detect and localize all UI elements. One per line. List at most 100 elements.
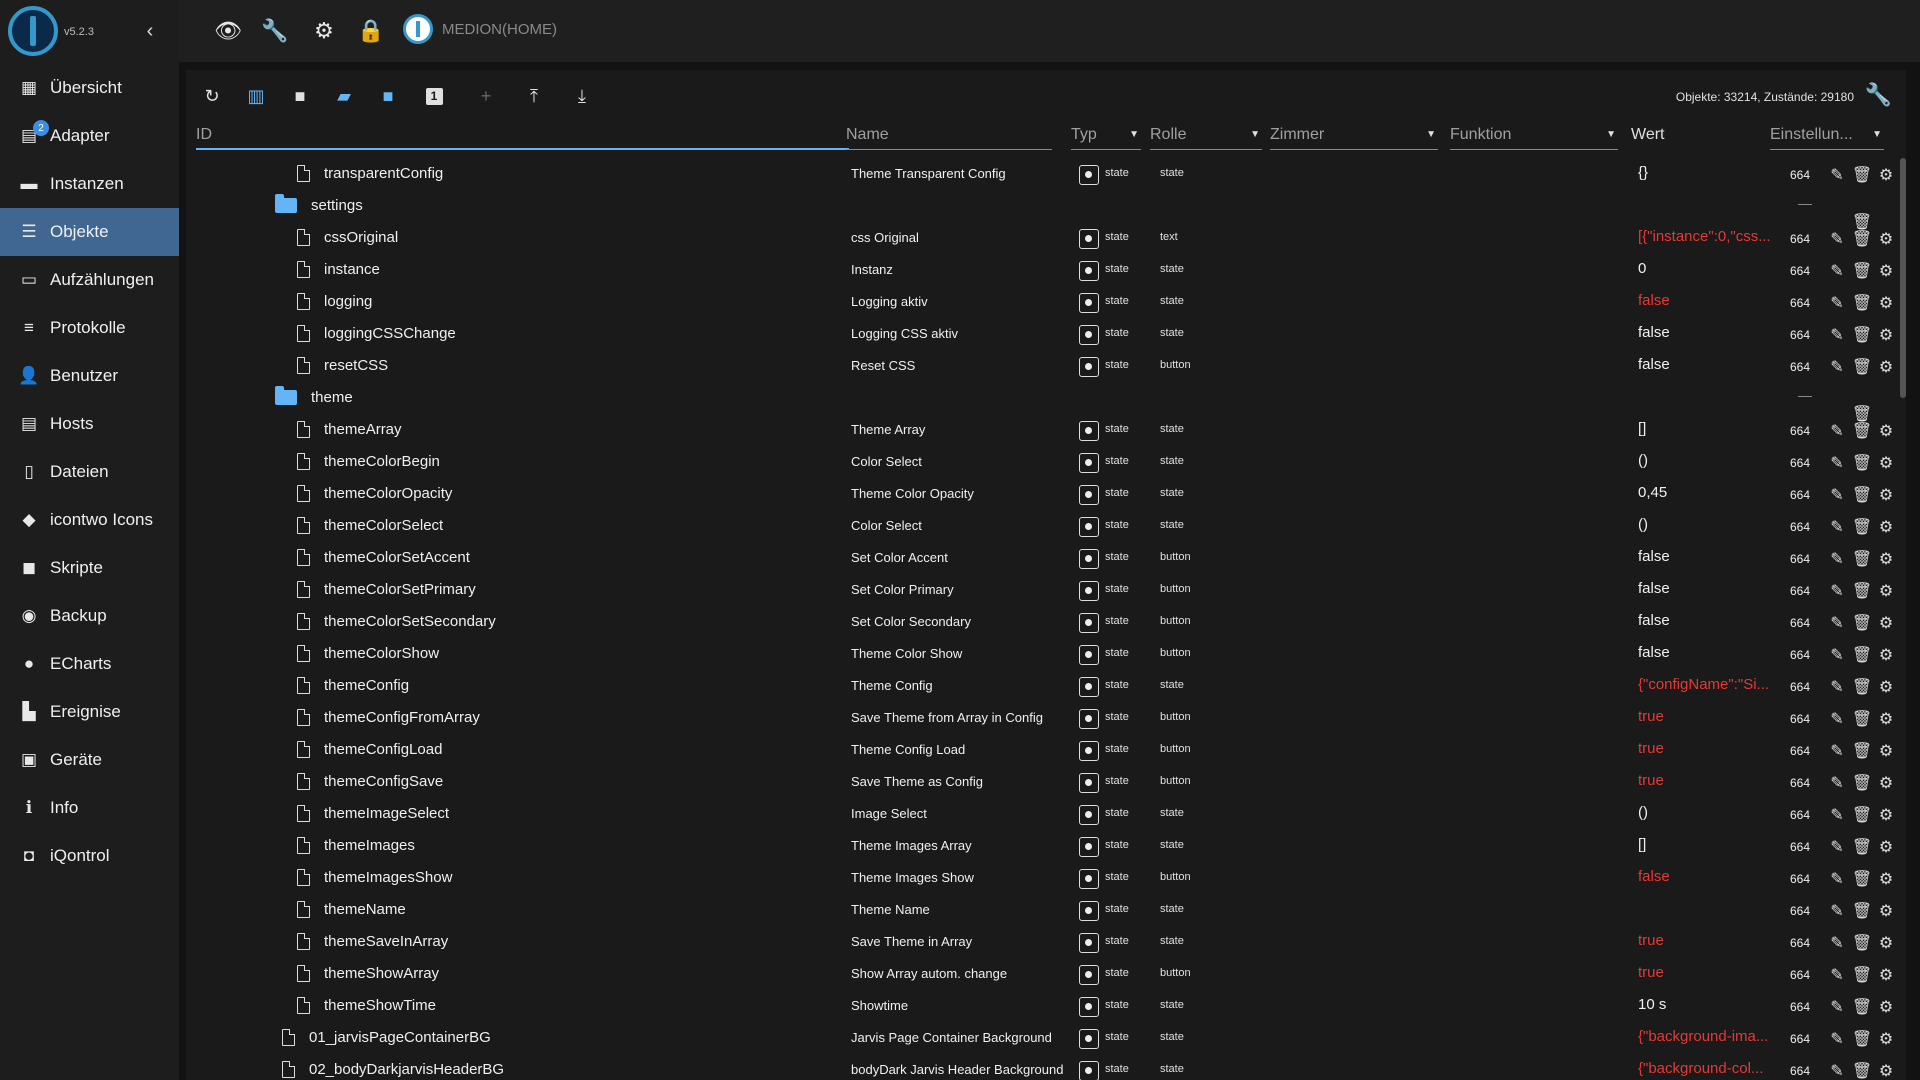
delete-icon[interactable]: 🗑 xyxy=(1852,581,1872,601)
table-row[interactable]: themeShowArray Show Array autom. change st… xyxy=(186,958,1906,990)
delete-icon[interactable]: 🗑 xyxy=(1852,709,1872,729)
acl-value[interactable]: 664 xyxy=(1790,456,1810,470)
object-id[interactable]: themeColorShow xyxy=(297,645,439,662)
edit-icon[interactable]: ✎ xyxy=(1827,421,1847,441)
sidebar-item-events[interactable]: ▙ Ereignise xyxy=(0,688,179,736)
table-row[interactable]: resetCSS Reset CSS state button false 664 ✎ 🗑 ⚙ xyxy=(186,350,1906,382)
edit-icon[interactable]: ✎ xyxy=(1827,741,1847,761)
delete-icon[interactable]: 🗑 xyxy=(1852,453,1872,473)
object-id[interactable]: themeConfigFromArray xyxy=(297,709,480,726)
edit-icon[interactable]: ✎ xyxy=(1827,837,1847,857)
eye-icon[interactable]: 👁 xyxy=(213,16,243,46)
edit-icon[interactable]: ✎ xyxy=(1827,165,1847,185)
delete-icon[interactable]: 🗑 xyxy=(1852,805,1872,825)
delete-icon[interactable]: 🗑 xyxy=(1852,773,1872,793)
table-row[interactable]: themeColorSetSecondary Set Color Secondar… xyxy=(186,606,1906,638)
object-value[interactable]: false xyxy=(1638,644,1670,661)
edit-icon[interactable]: ✎ xyxy=(1827,965,1847,985)
delete-icon[interactable]: 🗑 xyxy=(1852,485,1872,505)
refresh-icon[interactable]: ↻ xyxy=(200,84,224,108)
object-id[interactable]: themeSaveInArray xyxy=(297,933,448,950)
edit-icon[interactable]: ✎ xyxy=(1827,1029,1847,1049)
table-row[interactable]: themeColorBegin Color Select state state () 6… xyxy=(186,446,1906,478)
gear-icon[interactable]: ⚙ xyxy=(1876,581,1896,601)
column-value[interactable]: Wert xyxy=(1631,124,1731,150)
object-id[interactable]: themeImages xyxy=(297,837,415,854)
acl-value[interactable]: 664 xyxy=(1790,232,1810,246)
object-value[interactable]: {"configName":"Si... xyxy=(1638,676,1769,693)
object-id[interactable]: themeColorSetPrimary xyxy=(297,581,476,598)
acl-value[interactable]: 664 xyxy=(1790,1064,1810,1078)
sidebar-item-devices[interactable]: ▣ Geräte xyxy=(0,736,179,784)
table-row[interactable]: 02_bodyDarkjarvisHeaderBG bodyDark Jarvis… xyxy=(186,1054,1906,1080)
acl-value[interactable]: 664 xyxy=(1790,680,1810,694)
edit-icon[interactable]: ✎ xyxy=(1827,613,1847,633)
acl-value[interactable]: 664 xyxy=(1790,1000,1810,1014)
edit-icon[interactable]: ✎ xyxy=(1827,677,1847,697)
acl-value[interactable]: 664 xyxy=(1790,872,1810,886)
edit-icon[interactable]: ✎ xyxy=(1827,805,1847,825)
key-icon[interactable]: 🔒 xyxy=(356,16,386,46)
table-row[interactable]: transparentConfig Theme Transparent Confi… xyxy=(186,158,1906,190)
download-icon[interactable]: ⤓ xyxy=(570,84,594,108)
object-value[interactable]: {} xyxy=(1638,164,1648,181)
columns-icon[interactable]: ▥ xyxy=(244,84,268,108)
object-id[interactable]: themeColorBegin xyxy=(297,453,440,470)
object-id[interactable]: cssOriginal xyxy=(297,229,398,246)
object-value[interactable]: {"background-col... xyxy=(1638,1060,1763,1077)
edit-icon[interactable]: ✎ xyxy=(1827,357,1847,377)
edit-icon[interactable]: ✎ xyxy=(1827,869,1847,889)
table-row[interactable]: themeImagesShow Theme Images Show state but… xyxy=(186,862,1906,894)
table-row[interactable]: loggingCSSChange Logging CSS aktiv state st… xyxy=(186,318,1906,350)
column-function[interactable]: Funktion ▼ xyxy=(1450,124,1618,150)
table-row[interactable]: cssOriginal css Original state text [{"insta… xyxy=(186,222,1906,254)
object-id[interactable]: themeConfigSave xyxy=(297,773,443,790)
delete-icon[interactable]: 🗑 xyxy=(1852,549,1872,569)
delete-icon[interactable]: 🗑 xyxy=(1852,517,1872,537)
acl-value[interactable]: 664 xyxy=(1790,840,1810,854)
folder-row[interactable]: theme 🗑 xyxy=(186,382,1906,423)
gear-icon[interactable]: ⚙ xyxy=(1876,1061,1896,1080)
table-row[interactable]: themeConfigLoad Theme Config Load state but… xyxy=(186,734,1906,766)
sidebar-item-list[interactable]: ☰ Objekte xyxy=(0,208,179,256)
object-id[interactable]: themeName xyxy=(297,901,406,918)
gear-icon[interactable]: ⚙ xyxy=(1876,293,1896,313)
gear-icon[interactable]: ⚙ xyxy=(1876,997,1896,1017)
table-row[interactable]: 01_jarvisPageContainerBG Jarvis Page Cont… xyxy=(186,1022,1906,1054)
sidebar-item-instances[interactable]: ▬ Instanzen xyxy=(0,160,179,208)
acl-value[interactable]: 664 xyxy=(1790,712,1810,726)
object-value[interactable]: [] xyxy=(1638,420,1646,437)
acl-value[interactable]: 664 xyxy=(1790,520,1810,534)
object-value[interactable]: [{"instance":0,"css... xyxy=(1638,228,1771,245)
table-row[interactable]: themeColorSetAccent Set Color Accent state… xyxy=(186,542,1906,574)
column-role[interactable]: Rolle ▼ xyxy=(1150,124,1262,150)
acl-value[interactable]: 664 xyxy=(1790,968,1810,982)
delete-icon[interactable]: 🗑 xyxy=(1852,325,1872,345)
gear-icon[interactable]: ⚙ xyxy=(1876,901,1896,921)
object-id[interactable]: themeConfigLoad xyxy=(297,741,442,758)
folder-blue-icon[interactable]: ■ xyxy=(376,84,400,108)
object-id[interactable]: transparentConfig xyxy=(297,165,443,182)
column-type[interactable]: Typ ▼ xyxy=(1071,124,1141,150)
acl-value[interactable]: 664 xyxy=(1790,424,1810,438)
object-id[interactable]: themeImageSelect xyxy=(297,805,449,822)
object-id[interactable]: instance xyxy=(297,261,380,278)
object-id[interactable]: themeColorSetSecondary xyxy=(297,613,496,630)
acl-value[interactable]: 664 xyxy=(1790,904,1810,918)
acl-value[interactable]: 664 xyxy=(1790,488,1810,502)
collapse-sidebar-icon[interactable]: ‹ xyxy=(138,20,162,43)
number-one-icon[interactable]: 1 xyxy=(422,84,446,108)
object-id[interactable]: settings xyxy=(275,194,363,214)
acl-value[interactable]: 664 xyxy=(1790,328,1810,342)
edit-icon[interactable]: ✎ xyxy=(1827,933,1847,953)
gear-icon[interactable]: ⚙ xyxy=(1876,933,1896,953)
object-value[interactable]: true xyxy=(1638,740,1664,757)
gear-icon[interactable]: ⚙ xyxy=(1876,357,1896,377)
object-value[interactable]: false xyxy=(1638,612,1670,629)
object-value[interactable]: true xyxy=(1638,932,1664,949)
folder-closed-icon[interactable]: ■ xyxy=(288,84,312,108)
gear-icon[interactable]: ⚙ xyxy=(1876,805,1896,825)
object-value[interactable]: false xyxy=(1638,868,1670,885)
object-id[interactable]: logging xyxy=(297,293,372,310)
column-room[interactable]: Zimmer ▼ xyxy=(1270,124,1438,150)
